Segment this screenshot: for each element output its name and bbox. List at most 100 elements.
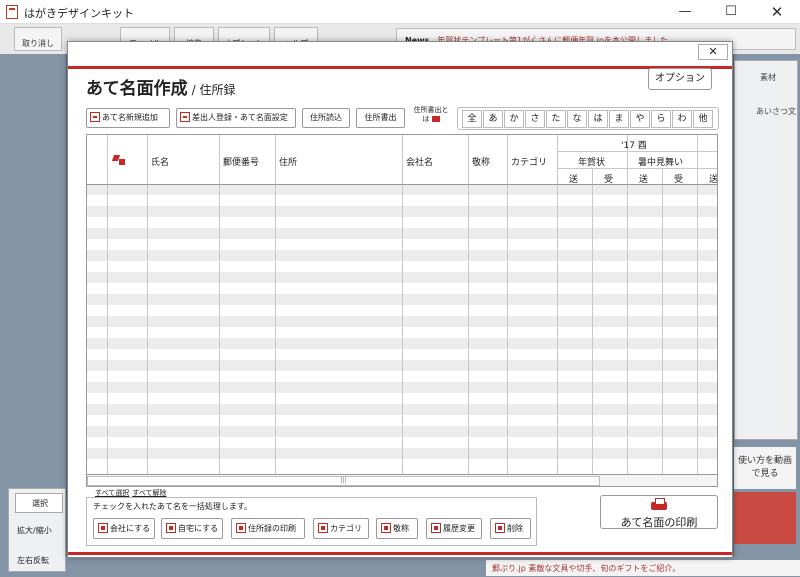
kana-filter-bar: 全 あ か さ た な は ま や ら わ 他 [457,107,719,130]
set-home-button[interactable]: 自宅にする [161,518,223,539]
col-divider [662,169,663,474]
zoom-label: 拡大/縮小 [17,526,52,535]
col-divider [507,135,508,474]
col-divider [107,135,108,474]
col-address[interactable]: 住所 [279,155,297,168]
folder-icon [318,523,328,533]
history-button[interactable]: 履歴変更 [426,518,482,539]
set-company-button[interactable]: 会社にする [93,518,155,539]
select-all-link[interactable]: すべて選択 [95,489,129,497]
kana-filter-a[interactable]: あ [483,110,503,128]
print-list-label: 住所録の印刷 [248,524,296,533]
trash-icon [495,523,505,533]
bottom-strip: 郵ぷり.jp 素敵な文具や切手、旬のギフトをご紹介。 [66,556,800,577]
honorific-icon [381,523,391,533]
material-tab[interactable]: 素材 [734,72,798,83]
add-address-label: あて名新規追加 [102,113,158,122]
add-address-button[interactable]: あて名新規追加 [86,108,170,128]
col-received: 受 [674,175,684,185]
app-icon [6,5,18,19]
col-divider [468,135,469,474]
sender-setup-label: 差出人登録・あて名面設定 [192,113,288,122]
col-summer-greeting: 暑中見舞い [638,158,684,168]
category-button[interactable]: カテゴリ [313,518,369,539]
history-icon [431,523,441,533]
kana-filter-sa[interactable]: さ [525,110,545,128]
kana-filter-na[interactable]: な [567,110,587,128]
bottom-promo[interactable]: 郵ぷり.jp 素敵な文具や切手、旬のギフトをご紹介。 [486,560,800,576]
kana-filter-ka[interactable]: か [504,110,524,128]
list-icon [236,523,246,533]
sender-setup-button[interactable]: 差出人登録・あて名面設定 [176,108,296,128]
export-button[interactable]: 住所書出 [356,108,405,128]
col-honorific[interactable]: 敬称 [472,155,490,168]
set-company-label: 会社にする [110,524,151,533]
window-close-button[interactable]: ✕ [754,0,800,24]
col-name[interactable]: 氏名 [151,155,169,168]
right-panel [734,60,798,440]
address-dialog: ✕ あて名面作成 / 住所録 オプション あて名新規追加 差出人登録・あて名面設定… [67,41,733,558]
print-list-button[interactable]: 住所録の印刷 [231,518,305,539]
col-divider [147,135,148,474]
kana-filter-all[interactable]: 全 [462,110,482,128]
col-divider [697,135,698,474]
print-address-label: あて名面の印刷 [620,516,698,529]
top-accent-line [68,66,732,69]
kana-filter-ya[interactable]: や [630,110,650,128]
flip-label: 左右反転 [17,556,49,565]
greeting-item[interactable]: あいさつ文 [734,106,798,117]
dialog-title: あて名面作成 / 住所録 [86,74,236,99]
header-divider [557,151,717,152]
history-label: 履歴変更 [443,524,475,533]
category-label: カテゴリ [330,524,362,533]
import-button[interactable]: 住所読込 [302,108,350,128]
kana-filter-ma[interactable]: ま [609,110,629,128]
postcard-status-icon [113,155,125,165]
print-address-button[interactable]: あて名面の印刷 [600,495,718,529]
dialog-subtitle: / 住所録 [191,83,236,97]
deselect-all-link[interactable]: すべて解除 [132,489,166,497]
scrollbar-thumb[interactable]: ||| [87,476,600,486]
kana-filter-ra[interactable]: ら [651,110,671,128]
export-help-link[interactable]: 住所書出とは [411,106,451,124]
minimize-button[interactable]: — [662,0,708,24]
select-tab[interactable]: 選択 [15,493,63,513]
col-received: 受 [604,175,614,185]
col-company[interactable]: 会社名 [406,155,433,168]
dialog-close-button[interactable]: ✕ [698,44,728,60]
dialog-title-text: あて名面作成 [86,79,188,99]
delete-button[interactable]: 削除 [490,518,531,539]
header-divider [87,184,717,185]
col-divider [402,135,403,474]
col-postal[interactable]: 郵便番号 [223,155,259,168]
sender-icon [180,112,190,122]
info-icon [431,116,440,122]
address-table[interactable]: 氏名 郵便番号 住所 会社名 敬称 カテゴリ '17 酉 年賀状 暑中見舞い 送… [86,134,718,487]
col-divider [275,135,276,474]
kana-filter-ta[interactable]: た [546,110,566,128]
home-icon [166,523,176,533]
tool-panel: 選択 拡大/縮小 左右反転 [8,488,66,572]
horizontal-scrollbar[interactable]: ||| [87,474,717,486]
maximize-button[interactable]: ☐ [708,0,754,24]
col-divider [557,135,558,474]
set-home-label: 自宅にする [178,524,219,533]
bottom-accent-line [68,552,732,555]
bulk-actions: チェックを入れたあて名を一括処理します。 会社にする 自宅にする 住所録の印刷 … [86,497,537,546]
kana-filter-ha[interactable]: は [588,110,608,128]
option-button[interactable]: オプション [648,68,712,90]
year-header: '17 酉 [621,141,647,151]
kana-filter-wa[interactable]: わ [672,110,692,128]
undo-button[interactable]: 取り消し [14,27,62,51]
delete-label: 削除 [507,524,523,533]
bulk-instruction: チェックを入れたあて名を一括処理します。 [93,502,253,511]
app-title: はがきデザインキット [24,7,134,20]
video-promo[interactable]: 使い方を動画で見る [734,447,796,489]
col-category[interactable]: カテゴリ [511,155,547,168]
title-bar: はがきデザインキット — ☐ ✕ [0,0,800,24]
honorific-button[interactable]: 敬称 [376,518,418,539]
add-card-icon [90,112,100,122]
honorific-label: 敬称 [393,524,409,533]
promo-banner[interactable] [734,492,796,544]
kana-filter-other[interactable]: 他 [693,110,713,128]
